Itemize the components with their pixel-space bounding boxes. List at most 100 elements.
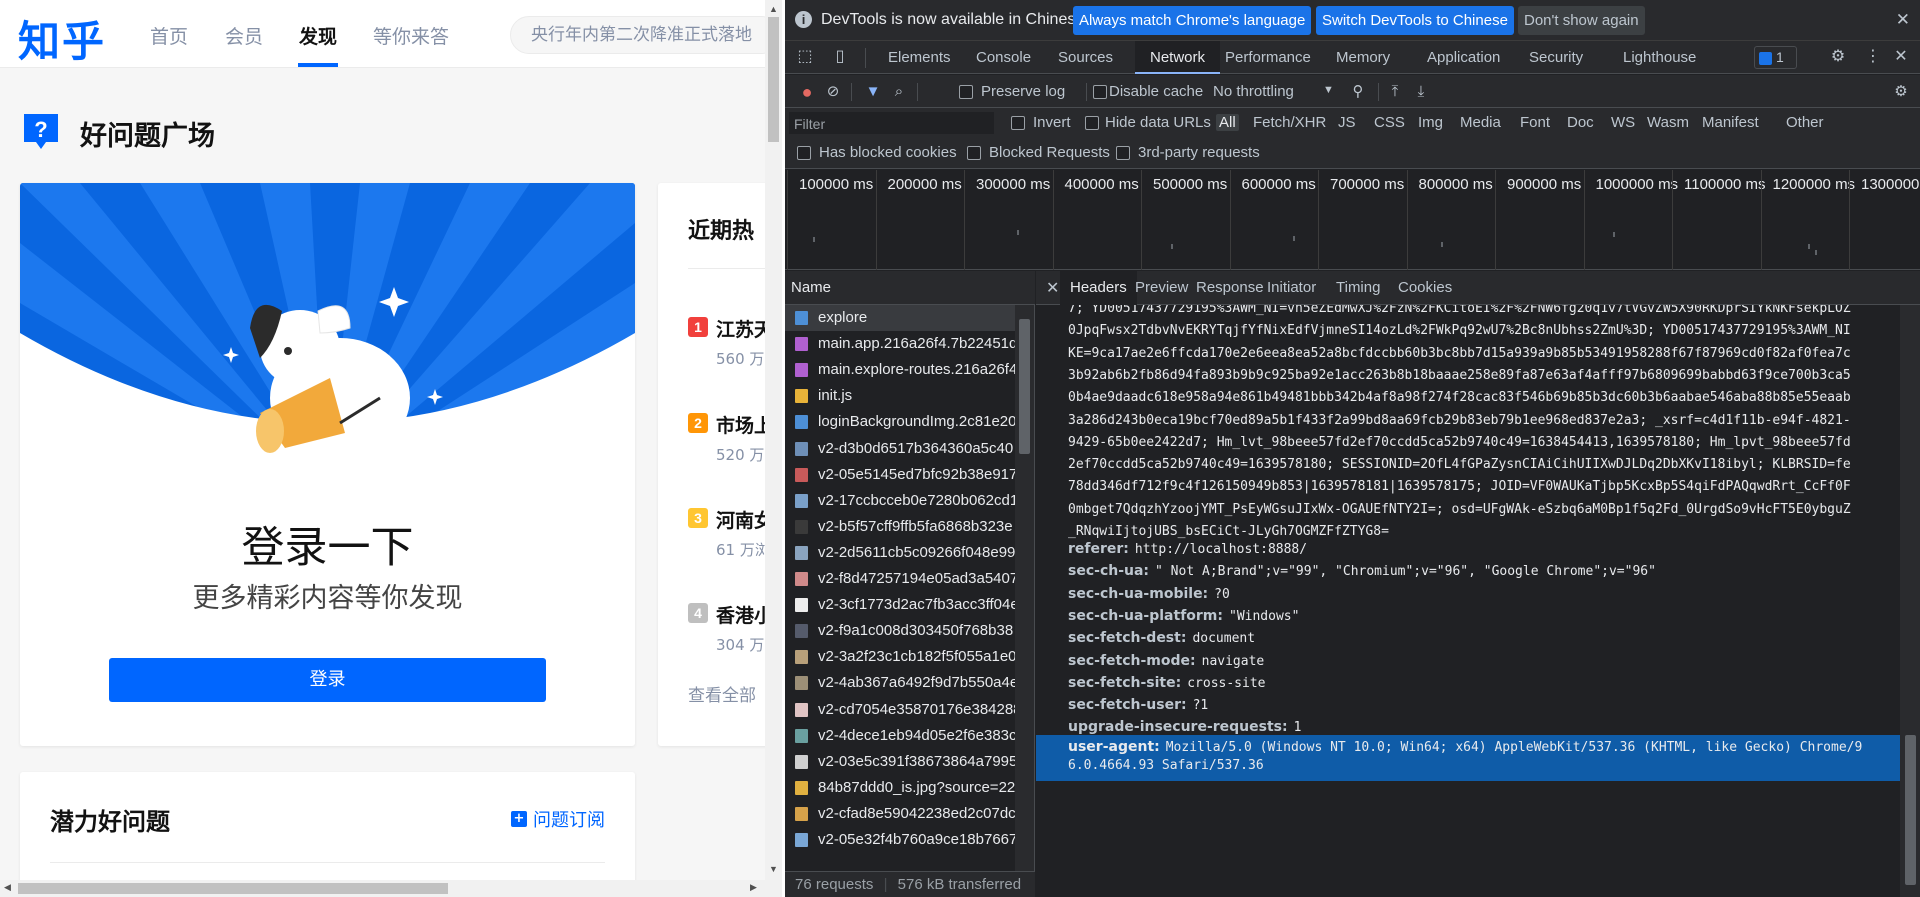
request-list-scrollbar[interactable]	[1015, 305, 1034, 871]
hot-item[interactable]: 2 市场上 520 万	[688, 413, 765, 473]
tab-security[interactable]: Security	[1525, 41, 1587, 74]
request-row[interactable]: v2-05e5145ed7bfc92b38e917	[785, 462, 1015, 488]
filter-type-font[interactable]: Font	[1520, 114, 1550, 131]
record-icon[interactable]: ●	[797, 82, 817, 102]
request-row[interactable]: v2-4dece1eb94d05e2f6e383c	[785, 723, 1015, 749]
hot-view-all-link[interactable]: 查看全部	[688, 681, 756, 706]
filter-input[interactable]: Filter	[789, 112, 994, 134]
third-party-requests-checkbox[interactable]	[1116, 146, 1130, 160]
filter-type-wasm[interactable]: Wasm	[1647, 114, 1689, 131]
has-blocked-cookies-checkbox[interactable]	[797, 146, 811, 160]
more-options-icon[interactable]: ⋮	[1863, 47, 1883, 67]
tab-memory[interactable]: Memory	[1332, 41, 1394, 74]
request-row[interactable]: v2-05e32f4b760a9ce18b7667	[785, 827, 1015, 853]
tab-performance[interactable]: Performance	[1221, 41, 1315, 74]
request-row[interactable]: main.app.216a26f4.7b22451d	[785, 331, 1015, 357]
settings-gear-icon[interactable]: ⚙	[1828, 47, 1848, 67]
close-details-icon[interactable]: ✕	[1046, 278, 1059, 298]
details-scrollbar-thumb[interactable]	[1905, 735, 1916, 885]
throttling-select[interactable]: No throttling	[1213, 83, 1294, 100]
filter-icon[interactable]: ▼	[863, 82, 883, 102]
tab-sources[interactable]: Sources	[1054, 41, 1117, 74]
tab-initiator[interactable]: Initiator	[1257, 271, 1326, 305]
hot-item[interactable]: 1 江苏天 560 万	[688, 317, 765, 377]
scroll-left-arrow-icon[interactable]: ◀	[4, 882, 11, 893]
tab-elements[interactable]: Elements	[884, 41, 955, 74]
zhihu-logo[interactable]: 知乎	[18, 8, 106, 69]
vertical-scrollbar[interactable]: ▲ ▼	[765, 0, 782, 897]
hot-item[interactable]: 4 香港小 304 万	[688, 603, 765, 663]
filter-type-media[interactable]: Media	[1460, 114, 1501, 131]
request-row[interactable]: v2-d3b0d6517b364360a5c40	[785, 436, 1015, 462]
request-row[interactable]: v2-b5f57cff9ffb5fa6868b323e	[785, 514, 1015, 540]
scroll-down-arrow-icon[interactable]: ▼	[769, 864, 778, 874]
switch-to-chinese-button[interactable]: Switch DevTools to Chinese	[1316, 6, 1514, 35]
close-icon[interactable]: ✕	[1896, 10, 1910, 30]
request-row[interactable]: 84b87ddd0_is.jpg?source=22	[785, 775, 1015, 801]
tab-timing[interactable]: Timing	[1326, 271, 1390, 305]
login-button[interactable]: 登录	[109, 658, 546, 702]
scroll-right-arrow-icon[interactable]: ▶	[750, 882, 757, 893]
question-subscribe-button[interactable]: + 问题订阅	[511, 806, 605, 832]
request-row[interactable]: v2-3cf1773d2ac7fb3acc3ff04e	[785, 592, 1015, 618]
nav-waiting-answers[interactable]: 等你来答	[373, 22, 449, 49]
device-toolbar-icon[interactable]: ▯	[830, 47, 850, 67]
scroll-up-arrow-icon[interactable]: ▲	[769, 4, 778, 14]
request-row[interactable]: v2-f8d47257194e05ad3a5407	[785, 566, 1015, 592]
filter-type-doc[interactable]: Doc	[1567, 114, 1594, 131]
disable-cache-checkbox[interactable]	[1093, 85, 1107, 99]
filter-type-ws[interactable]: WS	[1611, 114, 1635, 131]
hot-item[interactable]: 3 河南女 61 万浏	[688, 508, 765, 568]
invert-checkbox[interactable]	[1011, 116, 1025, 130]
horizontal-scrollbar-thumb[interactable]	[18, 883, 448, 894]
tab-console[interactable]: Console	[972, 41, 1035, 74]
nav-vip[interactable]: 会员	[225, 22, 263, 49]
network-conditions-icon[interactable]: ⚲	[1348, 82, 1368, 102]
request-row[interactable]: v2-3a2f23c1cb182f5f055a1e0	[785, 644, 1015, 670]
import-har-icon[interactable]: ⤒	[1385, 82, 1405, 102]
tab-lighthouse[interactable]: Lighthouse	[1619, 41, 1700, 74]
horizontal-scrollbar[interactable]: ◀ ▶	[0, 880, 765, 897]
nav-home[interactable]: 首页	[150, 22, 188, 49]
hide-data-urls-checkbox[interactable]	[1085, 116, 1099, 130]
inspect-element-icon[interactable]: ⬚	[795, 47, 815, 67]
request-row[interactable]: v2-cd7054e35870176e384288	[785, 697, 1015, 723]
request-row[interactable]: explore	[785, 305, 1015, 331]
filter-type-img[interactable]: Img	[1418, 114, 1443, 131]
request-row[interactable]: v2-4ab367a6492f9d7b550a4e	[785, 670, 1015, 696]
tab-network[interactable]: Network	[1135, 41, 1220, 74]
request-row[interactable]: init.js	[785, 383, 1015, 409]
filter-type-css[interactable]: CSS	[1374, 114, 1405, 131]
request-row[interactable]: v2-cfad8e59042238ed2c07dc	[785, 801, 1015, 827]
tab-cookies[interactable]: Cookies	[1388, 271, 1462, 305]
preserve-log-checkbox[interactable]	[959, 85, 973, 99]
export-har-icon[interactable]: ⤓	[1411, 82, 1431, 102]
search-input[interactable]: 央行年内第二次降准正式落地	[510, 16, 765, 54]
filter-type-manifest[interactable]: Manifest	[1702, 114, 1759, 131]
request-list-header[interactable]: Name	[785, 271, 1035, 305]
dont-show-again-button[interactable]: Don't show again	[1518, 6, 1645, 35]
request-list-scrollbar-thumb[interactable]	[1019, 319, 1030, 454]
always-match-language-button[interactable]: Always match Chrome's language	[1073, 6, 1312, 35]
clear-icon[interactable]: ⊘	[823, 82, 843, 102]
issues-badge[interactable]: 1	[1754, 46, 1797, 69]
details-scrollbar[interactable]	[1900, 305, 1920, 897]
filter-type-js[interactable]: JS	[1338, 114, 1356, 131]
request-row[interactable]: v2-17ccbcceb0e7280b062cd1	[785, 488, 1015, 514]
request-row[interactable]: v2-f9a1c008d303450f768b38	[785, 618, 1015, 644]
search-icon[interactable]: ⌕	[889, 82, 909, 102]
header-row-user-agent[interactable]: user-agent: Mozilla/5.0 (Windows NT 10.0;…	[1036, 734, 1900, 781]
network-settings-gear-icon[interactable]: ⚙	[1891, 82, 1911, 102]
blocked-requests-checkbox[interactable]	[967, 146, 981, 160]
filter-type-all[interactable]: All	[1216, 114, 1239, 131]
filter-type-other[interactable]: Other	[1786, 114, 1824, 131]
request-row[interactable]: v2-03e5c391f38673864a7995	[785, 749, 1015, 775]
network-overview-timeline[interactable]: 100000 ms 200000 ms 300000 ms 400000 ms 5000…	[785, 170, 1920, 270]
request-row[interactable]: main.explore-routes.216a26f4	[785, 357, 1015, 383]
filter-type-fetch-xhr[interactable]: Fetch/XHR	[1253, 114, 1326, 131]
nav-discover[interactable]: 发现	[299, 22, 337, 49]
request-row[interactable]: v2-2d5611cb5c09266f048e99	[785, 540, 1015, 566]
request-row[interactable]: loginBackgroundImg.2c81e20	[785, 409, 1015, 435]
vertical-scrollbar-thumb[interactable]	[768, 17, 779, 142]
tab-application[interactable]: Application	[1423, 41, 1504, 74]
